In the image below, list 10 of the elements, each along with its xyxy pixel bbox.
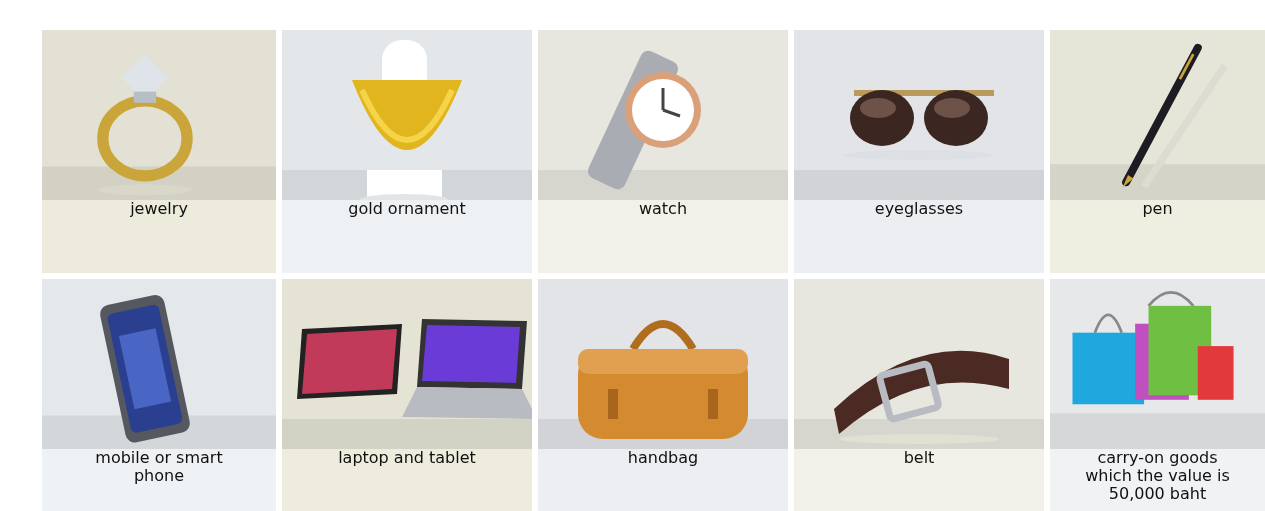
- item-label: carry-on goods which the value is 50,000 baht: [1084, 449, 1231, 503]
- item-label: handbag: [626, 449, 700, 467]
- item-label: jewelry: [129, 200, 189, 218]
- item-label: mobile or smart phone: [94, 449, 224, 485]
- item-label: belt: [902, 449, 936, 467]
- item-label: watch: [637, 200, 689, 218]
- item-label: laptop and tablet: [337, 449, 477, 467]
- item-label: pen: [1141, 200, 1174, 218]
- item-label: eyeglasses: [873, 200, 965, 218]
- item-label: gold ornament: [347, 200, 467, 218]
